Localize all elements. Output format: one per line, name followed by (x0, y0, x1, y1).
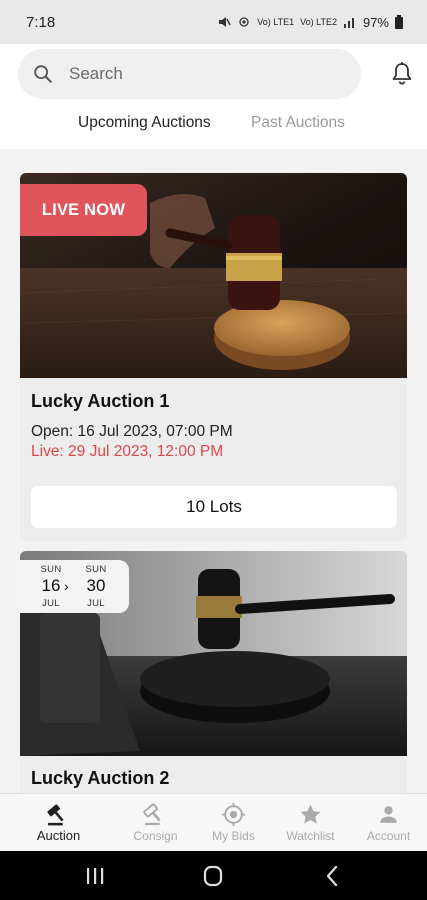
search-bar[interactable] (18, 49, 361, 99)
system-navigation-bar (0, 851, 427, 900)
person-icon (380, 806, 397, 823)
live-now-badge: LIVE NOW (20, 184, 147, 236)
chevron-right-icon: › (64, 578, 69, 594)
signal-text-2: Vo) LTE2 (300, 16, 337, 27)
gavel-outline-icon (143, 803, 161, 826)
search-input[interactable] (69, 64, 329, 84)
nav-label: Watchlist (286, 829, 335, 843)
bell-icon[interactable] (390, 61, 414, 87)
end-month: JUL (87, 598, 105, 609)
nav-account[interactable]: Account (346, 794, 427, 852)
header: Upcoming Auctions Past Auctions (0, 44, 427, 149)
status-time: 7:18 (26, 13, 56, 31)
nav-auction[interactable]: Auction (16, 794, 101, 852)
nav-label: Consign (133, 829, 178, 843)
signal-bars-icon (343, 18, 354, 28)
auction-card[interactable]: SUN 16 JUL › SUN 30 JUL Lucky Auction 2 (20, 551, 407, 793)
date-range-badge: SUN 16 JUL › SUN 30 JUL (20, 560, 129, 613)
nav-label: Account (366, 829, 411, 843)
lots-button[interactable]: 10 Lots (31, 486, 397, 528)
star-icon (300, 804, 321, 824)
nav-label: Auction (36, 828, 81, 843)
status-bar: 7:18 Vo) LTE1 Vo) LTE2 97% (0, 0, 427, 44)
bottom-navigation: Auction Consign My Bids Watchlist Accoun… (0, 793, 427, 851)
battery-icon (395, 15, 403, 29)
auction-open-time: Open: 16 Jul 2023, 07:00 PM (31, 423, 233, 440)
tab-upcoming-auctions[interactable]: Upcoming Auctions (78, 114, 211, 132)
auction-list[interactable]: LIVE NOW Lucky Auction 1 Open: 16 Jul 20… (0, 149, 427, 793)
auction-card[interactable]: LIVE NOW Lucky Auction 1 Open: 16 Jul 20… (20, 173, 407, 541)
auction-title: Lucky Auction 1 (31, 391, 170, 411)
nav-consign[interactable]: Consign (113, 794, 198, 852)
auction-title: Lucky Auction 2 (31, 768, 170, 788)
recent-apps-icon[interactable] (80, 863, 110, 889)
nav-label: My Bids (212, 829, 255, 843)
home-icon[interactable] (198, 863, 228, 889)
start-day: SUN (40, 564, 62, 575)
back-icon[interactable] (318, 863, 348, 889)
mute-icon (219, 17, 231, 27)
tab-past-auctions[interactable]: Past Auctions (251, 114, 345, 132)
target-icon (222, 803, 245, 826)
start-month: JUL (42, 598, 60, 609)
signal-text-1: Vo) LTE1 (257, 16, 295, 27)
hotspot-icon (239, 17, 249, 27)
nav-watchlist[interactable]: Watchlist (268, 794, 353, 852)
auction-tabs: Upcoming Auctions Past Auctions (0, 114, 427, 144)
status-icons: Vo) LTE1 Vo) LTE2 97% (217, 15, 403, 30)
battery-percent: 97% (362, 14, 389, 30)
auction-live-time: Live: 29 Jul 2023, 12:00 PM (31, 443, 224, 460)
gavel-icon (47, 804, 64, 826)
end-date: 30 (86, 576, 106, 595)
search-icon (34, 65, 52, 83)
end-day: SUN (85, 564, 107, 575)
nav-my-bids[interactable]: My Bids (191, 794, 276, 852)
